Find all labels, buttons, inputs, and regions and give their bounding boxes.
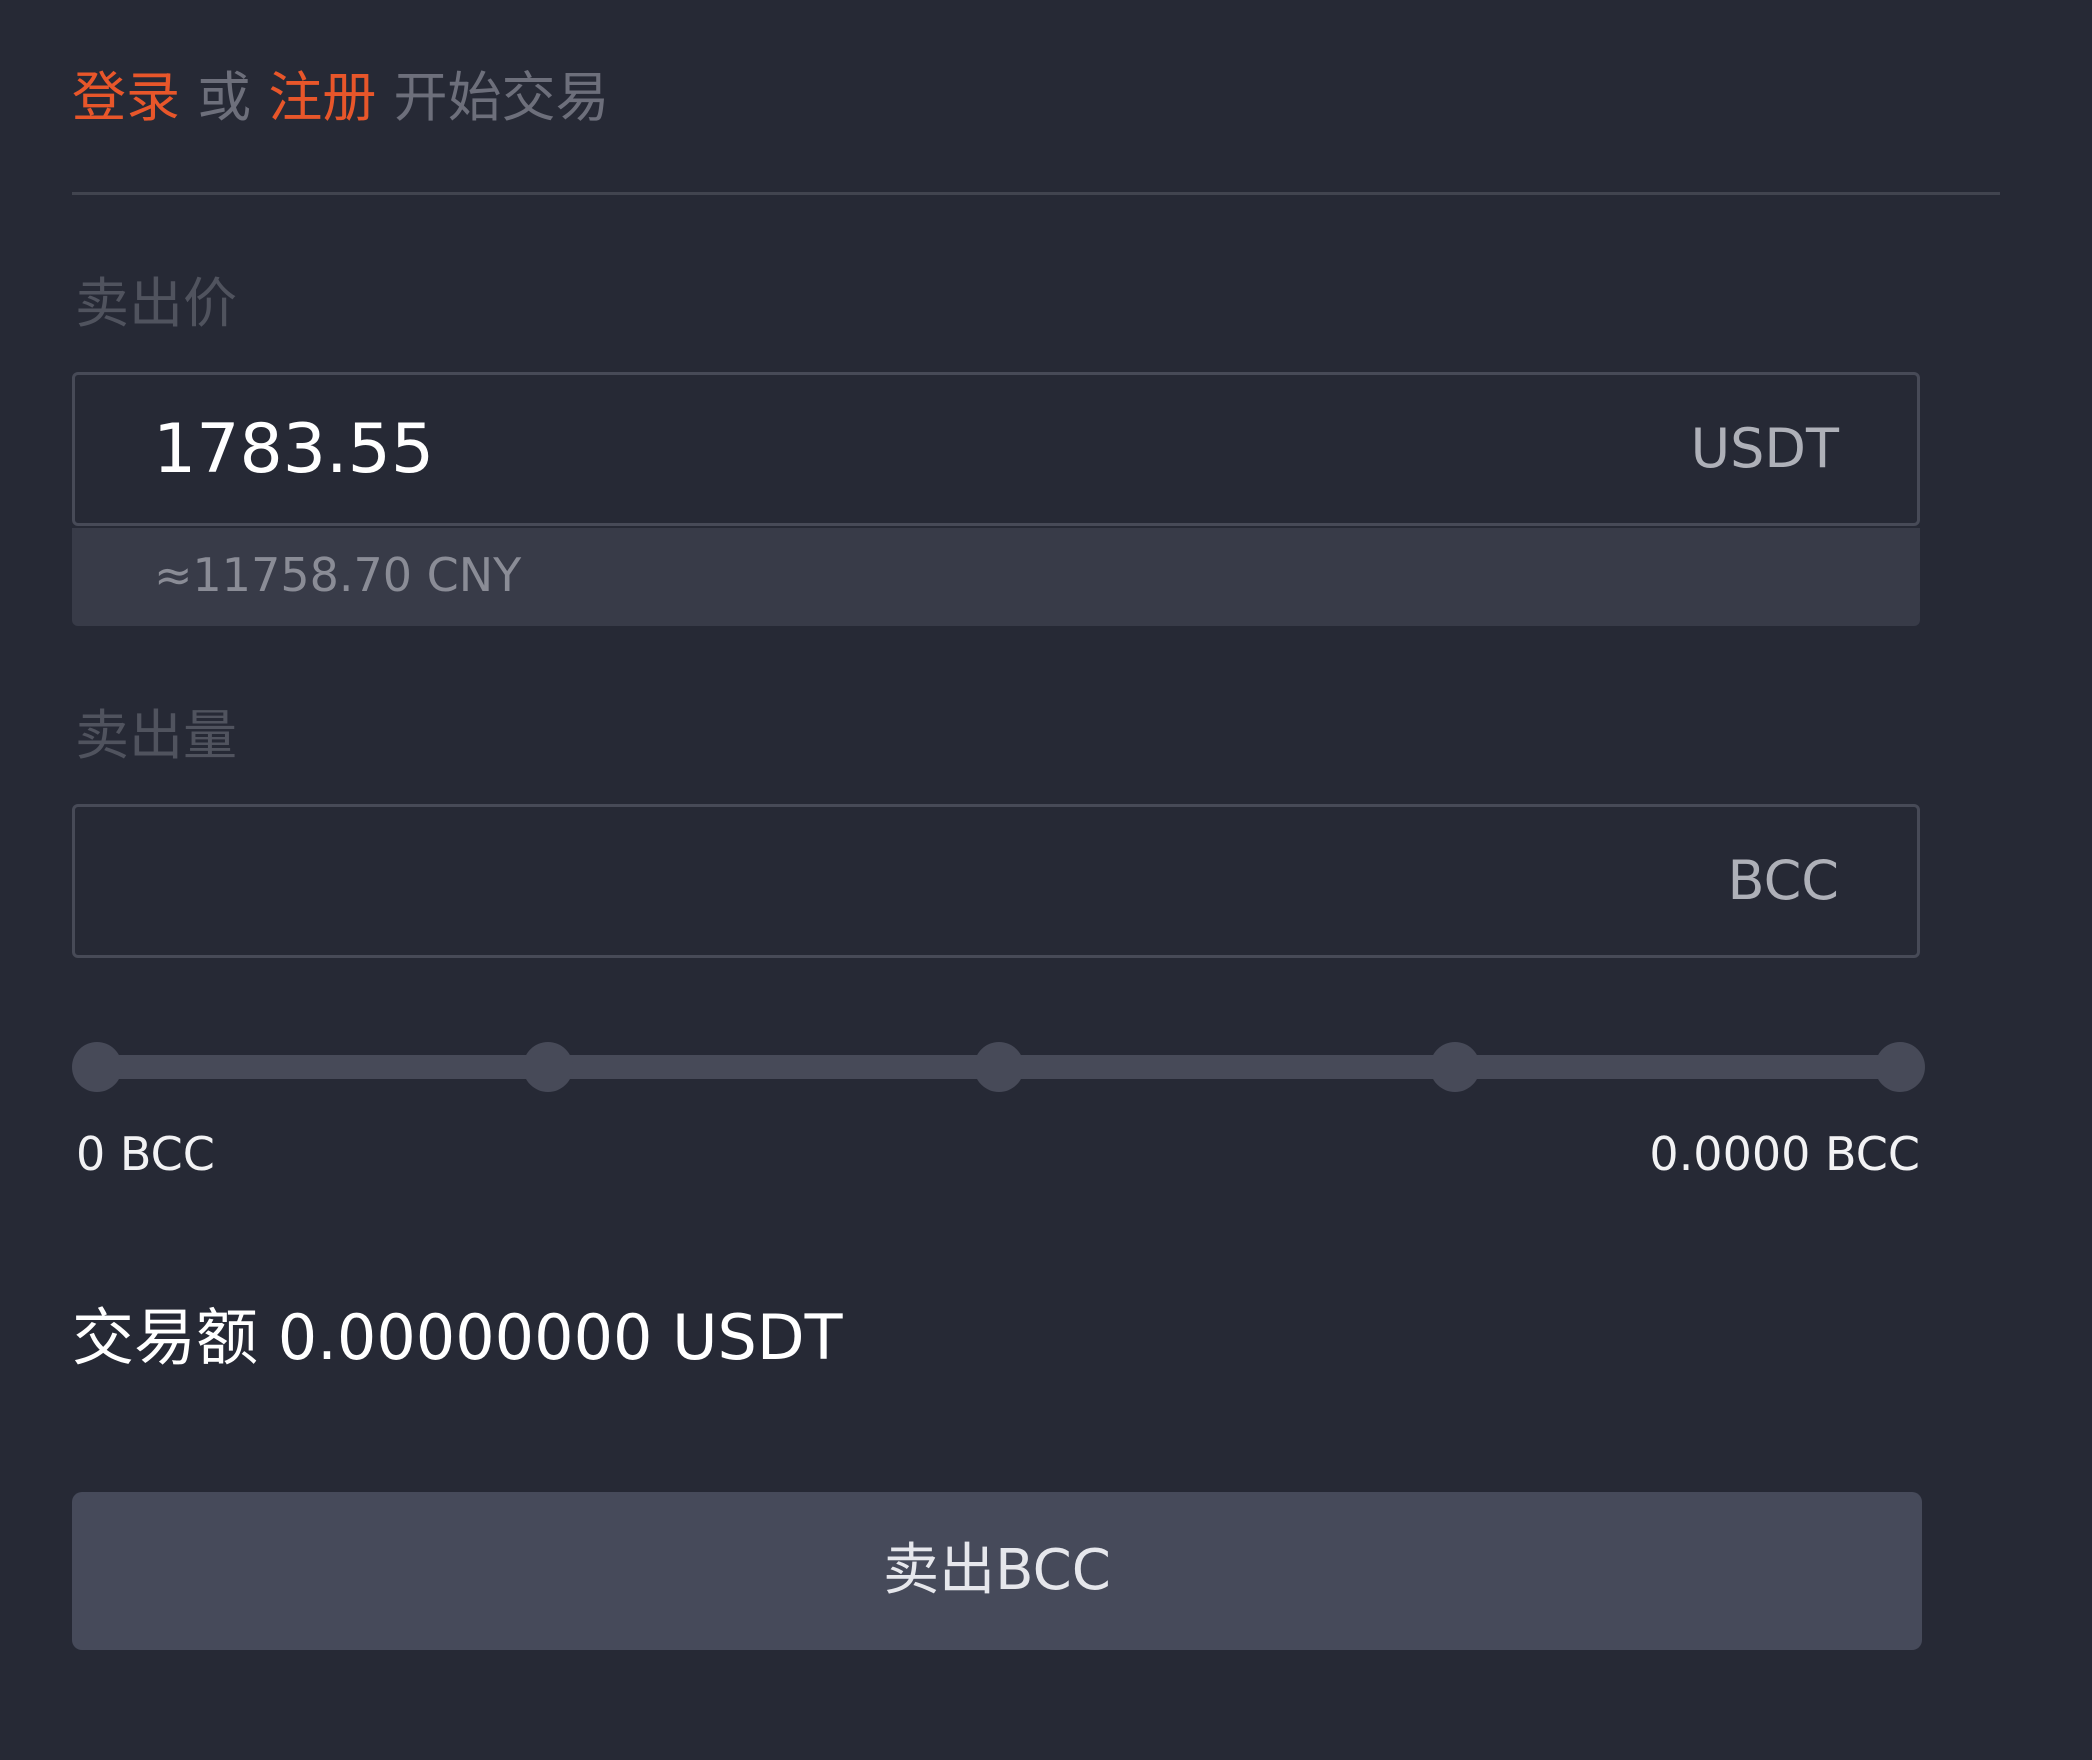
slider-stop-50[interactable] (974, 1042, 1024, 1092)
sell-amount-label: 卖出量 (75, 704, 237, 767)
slider-stop-100[interactable] (1875, 1042, 1925, 1092)
sell-price-unit: USDT (1690, 417, 1839, 480)
trade-total-value: 0.00000000 USDT (277, 1301, 843, 1374)
slider-stop-0[interactable] (72, 1042, 122, 1092)
slider-stop-75[interactable] (1430, 1042, 1480, 1092)
start-trading-text: 开始交易 (393, 66, 610, 129)
slider-max-label: 0.0000 BCC (1649, 1127, 1920, 1181)
sell-amount-unit: BCC (1727, 849, 1839, 912)
sell-price-input[interactable] (153, 375, 1573, 523)
trade-total-label: 交易额 (72, 1301, 259, 1374)
slider-min-label: 0 BCC (76, 1127, 215, 1181)
auth-prompt: 登录 或 注册 开始交易 (72, 62, 610, 134)
header-divider (72, 192, 2000, 195)
sell-amount-field[interactable]: BCC (72, 804, 1920, 958)
cny-estimate: ≈11758.70 CNY (154, 548, 522, 602)
trade-total: 交易额 0.00000000 USDT (72, 1298, 843, 1378)
login-link[interactable]: 登录 (72, 66, 180, 129)
sell-amount-input[interactable] (153, 807, 1573, 955)
slider-stop-25[interactable] (523, 1042, 573, 1092)
register-link[interactable]: 注册 (268, 66, 376, 129)
sell-price-field[interactable]: USDT (72, 372, 1920, 526)
or-text: 或 (197, 66, 252, 129)
sell-bcc-button[interactable]: 卖出BCC (72, 1492, 1922, 1650)
cny-estimate-bar: ≈11758.70 CNY (72, 528, 1920, 626)
sell-price-label: 卖出价 (75, 272, 237, 335)
amount-slider[interactable] (72, 1042, 1925, 1092)
